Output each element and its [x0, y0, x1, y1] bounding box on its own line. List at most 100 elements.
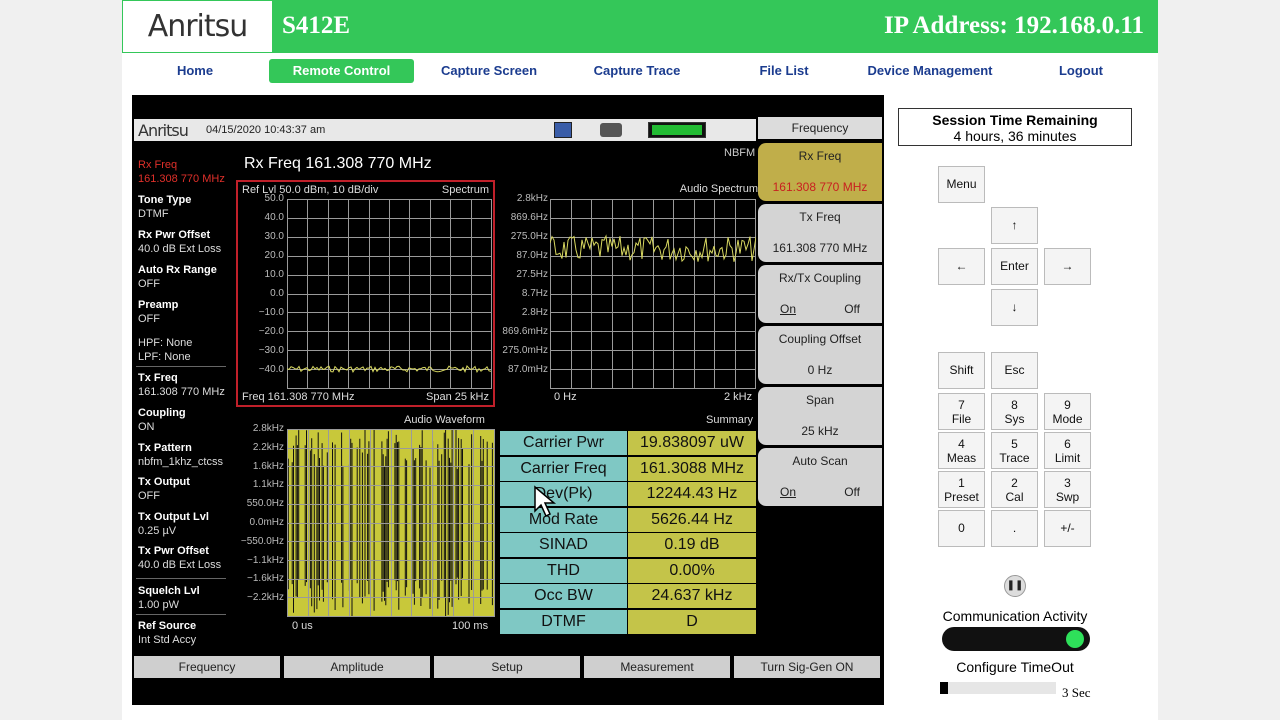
key-1-preset[interactable]: 1 Preset	[938, 471, 985, 508]
session-title: Session Time Remaining	[932, 112, 1098, 128]
key-0[interactable]: 0	[938, 510, 985, 547]
shift-button[interactable]: Shift	[938, 352, 985, 389]
down-arrow-button[interactable]: ↓	[991, 289, 1038, 326]
summary-value: 0.19 dB	[628, 533, 756, 557]
enter-button[interactable]: Enter	[991, 248, 1038, 285]
summary-value: 24.637 kHz	[628, 584, 756, 608]
save-icon	[554, 122, 572, 138]
summary-label: Dev(Pk)	[500, 482, 627, 506]
audio-waveform-y-tick: −550.0Hz	[240, 535, 284, 547]
audio-spectrum-y-tick: 27.5Hz	[516, 269, 548, 280]
summary-value: 161.3088 MHz	[628, 456, 756, 481]
nav-capture-screen[interactable]: Capture Screen	[434, 59, 544, 83]
param-rx-freq-value: 161.308 770 MHz	[138, 173, 225, 185]
audio-spectrum-y-tick: 275.0Hz	[510, 231, 548, 242]
softkey-span[interactable]: Span 25 kHz	[758, 387, 882, 445]
param-tx-output-label: Tx Output	[138, 476, 190, 488]
left-arrow-button[interactable]: ←	[938, 248, 985, 285]
bottom-key-measurement[interactable]: Measurement	[584, 656, 730, 678]
comm-activity-label: Communication Activity	[942, 608, 1088, 624]
key-8-sys[interactable]: 8 Sys	[991, 393, 1038, 430]
softkey-auto-scan[interactable]: Auto Scan On Off	[758, 448, 882, 506]
up-arrow-button[interactable]: ↑	[991, 207, 1038, 244]
bottom-key-frequency[interactable]: Frequency	[134, 656, 280, 678]
spectrum-y-tick: 0.0	[270, 288, 284, 299]
summary-label: DTMF	[500, 609, 627, 634]
param-squelch-label: Squelch Lvl	[138, 585, 200, 597]
audio-spectrum-y-tick: 87.0mHz	[507, 364, 548, 375]
audio-spectrum-y-tick: 869.6mHz	[502, 326, 548, 337]
key-decimal[interactable]: .	[991, 510, 1038, 547]
bottom-key-setup[interactable]: Setup	[434, 656, 580, 678]
instrument-screen[interactable]: Anritsu 04/15/2020 10:43:37 am Frequency…	[132, 95, 884, 705]
battery-icon	[648, 122, 706, 138]
nav-device-management[interactable]: Device Management	[862, 59, 998, 83]
session-value: 4 hours, 36 minutes	[953, 128, 1077, 144]
summary-label: Mod Rate	[500, 507, 627, 532]
audio-spectrum-x-right: 2 kHz	[724, 391, 753, 403]
param-tx-output-value: OFF	[138, 490, 160, 502]
key-2-cal[interactable]: 2 Cal	[991, 471, 1038, 508]
param-rx-pwr-offset-value: 40.0 dB Ext Loss	[138, 243, 222, 255]
session-time-box: Session Time Remaining 4 hours, 36 minut…	[898, 108, 1132, 146]
param-tx-output-lvl-label: Tx Output Lvl	[138, 511, 209, 523]
audio-spectrum-y-tick: 8.7Hz	[521, 288, 548, 299]
spectrum-y-tick: 10.0	[264, 269, 284, 280]
esc-button[interactable]: Esc	[991, 352, 1038, 389]
audio-spectrum-y-tick: 2.8Hz	[521, 307, 548, 318]
audio-spectrum-y-tick: 2.8kHz	[516, 193, 548, 204]
audio-waveform-y-tick: −2.2kHz	[247, 592, 284, 604]
param-preamp-label: Preamp	[138, 299, 179, 311]
timeout-slider-handle[interactable]	[940, 682, 948, 694]
key-5-trace[interactable]: 5 Trace	[991, 432, 1038, 469]
summary-label: THD	[500, 558, 627, 583]
anritsu-logo: Anritsu	[122, 0, 273, 53]
mode-label: NBFM	[724, 147, 756, 159]
param-coupling-value: ON	[138, 421, 155, 433]
softkey-coupling-offset[interactable]: Coupling Offset 0 Hz	[758, 326, 882, 384]
timeout-slider[interactable]	[940, 682, 1056, 694]
key-4-meas[interactable]: 4 Meas	[938, 432, 985, 469]
param-rx-pwr-offset-label: Rx Pwr Offset	[138, 229, 211, 241]
right-arrow-button[interactable]: →	[1044, 248, 1091, 285]
spectrum-y-tick: −10.0	[258, 307, 284, 318]
param-auto-rx-range-label: Auto Rx Range	[138, 264, 217, 276]
nav-remote-control[interactable]: Remote Control	[269, 59, 414, 83]
spectrum-y-tick: 20.0	[264, 250, 284, 261]
nav-file-list[interactable]: File List	[748, 59, 820, 83]
key-9-mode[interactable]: 9 Mode	[1044, 393, 1091, 430]
bottom-key-amplitude[interactable]: Amplitude	[284, 656, 430, 678]
key-plus-minus[interactable]: +/-	[1044, 510, 1091, 547]
timeout-value: 3 Sec	[1062, 685, 1091, 700]
bottom-key-sig-gen[interactable]: Turn Sig-Gen ON	[734, 656, 880, 678]
audio-waveform-y-tick: 0.0mHz	[249, 517, 284, 528]
key-3-swp[interactable]: 3 Swp	[1044, 471, 1091, 508]
param-tx-freq-label: Tx Freq	[138, 372, 178, 384]
param-auto-rx-range-value: OFF	[138, 278, 160, 290]
screen-logo: Anritsu	[138, 121, 189, 140]
spectrum-graph	[287, 199, 492, 389]
audio-spectrum-x-left: 0 Hz	[554, 391, 577, 403]
softkey-rxtx-coupling[interactable]: Rx/Tx Coupling On Off	[758, 265, 882, 323]
control-panel: Session Time Remaining 4 hours, 36 minut…	[898, 108, 1132, 700]
nav-bar: Home Remote Control Capture Screen Captu…	[122, 55, 1158, 85]
nav-capture-trace[interactable]: Capture Trace	[584, 59, 690, 83]
param-tone-type-value: DTMF	[138, 208, 169, 220]
mouse-cursor-icon	[534, 485, 557, 518]
softkey-rx-freq[interactable]: Rx Freq 161.308 770 MHz	[758, 143, 882, 201]
softkey-tx-freq[interactable]: Tx Freq 161.308 770 MHz	[758, 204, 882, 262]
nav-logout[interactable]: Logout	[1048, 59, 1114, 83]
softkey-header: Frequency	[758, 117, 882, 139]
model-name: S412E	[282, 12, 351, 39]
nav-home[interactable]: Home	[162, 59, 228, 83]
param-tx-pattern-value: nbfm_1khz_ctcss	[138, 456, 223, 468]
main-title: Rx Freq 161.308 770 MHz	[244, 155, 432, 172]
datetime: 04/15/2020 10:43:37 am	[206, 124, 326, 136]
summary-label: Carrier Freq	[500, 456, 627, 481]
spectrum-span-label: Span 25 kHz	[426, 391, 489, 403]
menu-button[interactable]: Menu	[938, 166, 985, 203]
key-7-file[interactable]: 7 File	[938, 393, 985, 430]
key-6-limit[interactable]: 6 Limit	[1044, 432, 1091, 469]
pause-icon[interactable]: ❚❚	[1004, 575, 1026, 597]
audio-waveform-y-tick: 2.8kHz	[252, 423, 284, 434]
